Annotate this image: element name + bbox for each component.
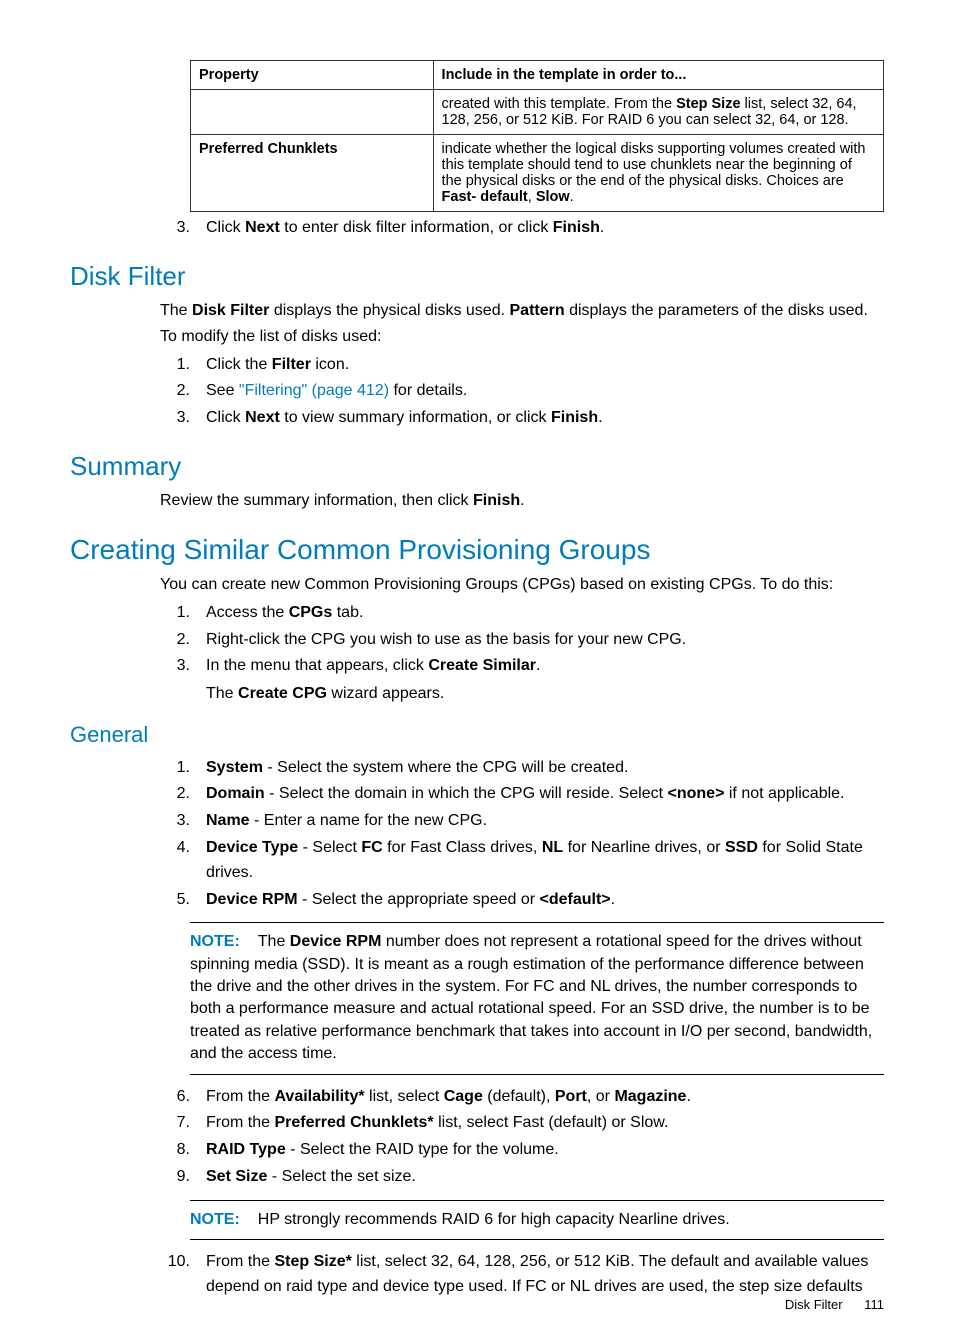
list-item: 4.Device Type - Select FC for Fast Class… [160, 836, 884, 886]
footer-section: Disk Filter [785, 1297, 843, 1312]
summary-text: Review the summary information, then cli… [160, 490, 884, 512]
list-item: 8.RAID Type - Select the RAID type for t… [160, 1138, 884, 1163]
link-filtering-page[interactable]: "Filtering" (page 412) [239, 382, 389, 399]
heading-general: General [70, 722, 884, 748]
heading-disk-filter: Disk Filter [70, 261, 884, 292]
list-item: 5.Device RPM - Select the appropriate sp… [160, 888, 884, 913]
note-label: NOTE: [190, 933, 240, 950]
disk-filter-intro: The Disk Filter displays the physical di… [160, 300, 884, 349]
disk-filter-steps: 1.Click the Filter icon. 2.See "Filterin… [160, 353, 884, 431]
general-steps-1-5: 1.System - Select the system where the C… [160, 756, 884, 913]
creating-intro: You can create new Common Provisioning G… [160, 574, 884, 596]
cell-property: Preferred Chunklets [199, 141, 338, 157]
list-item: 1.Click the Filter icon. [160, 353, 884, 378]
cell-desc: indicate whether the logical disks suppo… [433, 135, 883, 212]
table-row: created with this template. From the Ste… [191, 90, 884, 135]
top-step-3: 3. Click Next to enter disk filter infor… [160, 216, 884, 241]
heading-summary: Summary [70, 451, 884, 482]
note-device-rpm: NOTE:The Device RPM number does not repr… [190, 922, 884, 1074]
list-item: 6.From the Availability* list, select Ca… [160, 1085, 884, 1110]
create-cpg-wizard-text: The Create CPG wizard appears. [206, 683, 884, 705]
list-item: 2.Domain - Select the domain in which th… [160, 782, 884, 807]
th-property: Property [199, 67, 259, 83]
cell-desc: created with this template. From the Ste… [433, 90, 883, 135]
note-label: NOTE: [190, 1211, 240, 1228]
page-footer: Disk Filter 111 [785, 1297, 884, 1312]
general-step-10: 10.From the Step Size* list, select 32, … [160, 1250, 884, 1300]
creating-steps: 1.Access the CPGs tab. 2.Right-click the… [160, 601, 884, 679]
footer-page-number: 111 [864, 1297, 884, 1312]
list-item: 2.See "Filtering" (page 412) for details… [160, 379, 884, 404]
property-table: Property Include in the template in orde… [190, 60, 884, 212]
list-item: 10.From the Step Size* list, select 32, … [160, 1250, 884, 1300]
table-row: Preferred Chunklets indicate whether the… [191, 135, 884, 212]
list-item: 3.Click Next to view summary information… [160, 406, 884, 431]
heading-creating-similar-cpg: Creating Similar Common Provisioning Gro… [70, 534, 884, 566]
list-item: 2.Right-click the CPG you wish to use as… [160, 628, 884, 653]
list-item: 3. Click Next to enter disk filter infor… [160, 216, 884, 241]
list-item: 3.Name - Enter a name for the new CPG. [160, 809, 884, 834]
list-item: 9.Set Size - Select the set size. [160, 1165, 884, 1190]
note-raid6: NOTE:HP strongly recommends RAID 6 for h… [190, 1200, 884, 1240]
list-item: 7.From the Preferred Chunklets* list, se… [160, 1111, 884, 1136]
list-item: 1.Access the CPGs tab. [160, 601, 884, 626]
list-item: 3.In the menu that appears, click Create… [160, 654, 884, 679]
th-include: Include in the template in order to... [442, 67, 687, 83]
disk-filter-modify-intro: To modify the list of disks used: [160, 326, 884, 348]
general-steps-6-9: 6.From the Availability* list, select Ca… [160, 1085, 884, 1190]
list-item: 1.System - Select the system where the C… [160, 756, 884, 781]
